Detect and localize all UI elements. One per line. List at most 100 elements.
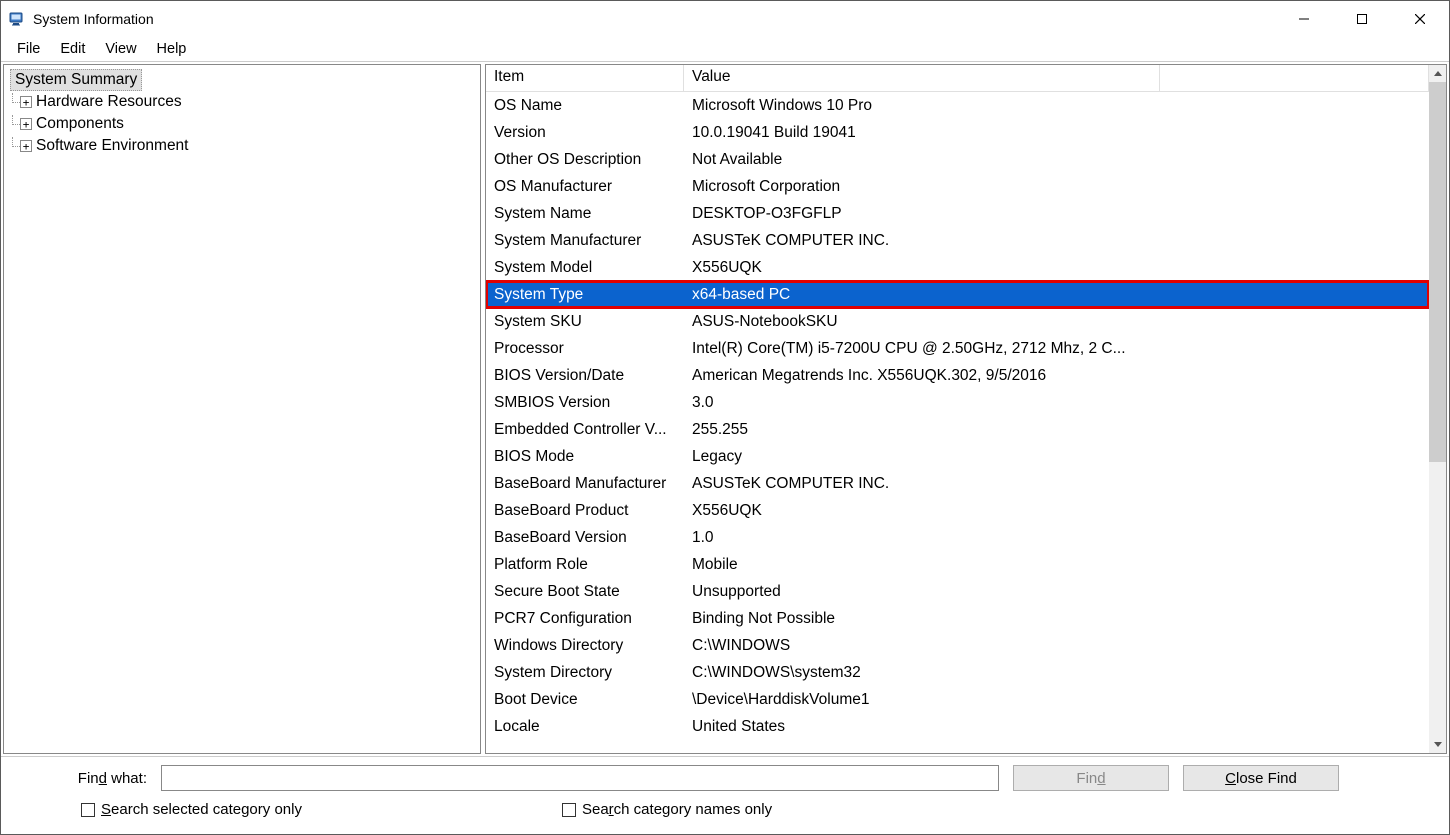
cell-item: System Name — [486, 205, 684, 223]
cell-value: Microsoft Windows 10 Pro — [684, 97, 1429, 115]
list-row[interactable]: OS ManufacturerMicrosoft Corporation — [486, 173, 1429, 200]
vertical-scrollbar[interactable] — [1429, 65, 1446, 753]
tree-root-system-summary[interactable]: System Summary — [10, 69, 142, 91]
close-button[interactable] — [1391, 1, 1449, 37]
cell-value: Not Available — [684, 151, 1429, 169]
cell-value: C:\WINDOWS\system32 — [684, 664, 1429, 682]
header-spacer — [1159, 65, 1429, 91]
minimize-button[interactable] — [1275, 1, 1333, 37]
list-row[interactable]: BaseBoard ManufacturerASUSTeK COMPUTER I… — [486, 470, 1429, 497]
titlebar: System Information — [1, 1, 1449, 37]
list-row[interactable]: Embedded Controller V...255.255 — [486, 416, 1429, 443]
list-row[interactable]: System SKUASUS-NotebookSKU — [486, 308, 1429, 335]
app-icon — [9, 11, 25, 27]
window-controls — [1275, 1, 1449, 37]
tree-node[interactable]: + Hardware Resources — [12, 91, 480, 113]
cell-value: \Device\HarddiskVolume1 — [684, 691, 1429, 709]
list-row[interactable]: System ModelX556UQK — [486, 254, 1429, 281]
tree-node-label: Components — [36, 115, 124, 133]
cell-item: BIOS Version/Date — [486, 367, 684, 385]
checkbox-label: Search selected category only — [101, 801, 302, 818]
cell-value: Intel(R) Core(TM) i5-7200U CPU @ 2.50GHz… — [684, 340, 1429, 358]
tree-node[interactable]: +Software Environment — [12, 135, 480, 157]
list-row[interactable]: BIOS ModeLegacy — [486, 443, 1429, 470]
list-row[interactable]: PCR7 ConfigurationBinding Not Possible — [486, 605, 1429, 632]
tree-node-label: Hardware Resources — [36, 93, 182, 111]
scroll-down-button[interactable] — [1429, 736, 1446, 753]
system-information-window: System Information File Edit View Help S… — [0, 0, 1450, 835]
menu-edit[interactable]: Edit — [50, 39, 95, 59]
scroll-track[interactable] — [1429, 462, 1446, 736]
cell-item: System Manufacturer — [486, 232, 684, 250]
menu-view[interactable]: View — [95, 39, 146, 59]
list-row[interactable]: Boot Device\Device\HarddiskVolume1 — [486, 686, 1429, 713]
find-bar: Find what: Find Close Find Search select… — [1, 756, 1449, 834]
list-row[interactable]: Windows DirectoryC:\WINDOWS — [486, 632, 1429, 659]
header-value[interactable]: Value — [684, 65, 1159, 91]
close-find-button[interactable]: Close Find — [1183, 765, 1339, 791]
cell-item: SMBIOS Version — [486, 394, 684, 412]
cell-item: BaseBoard Version — [486, 529, 684, 547]
cell-value: ASUSTeK COMPUTER INC. — [684, 232, 1429, 250]
cell-value: 3.0 — [684, 394, 1429, 412]
list-row[interactable]: Other OS DescriptionNot Available — [486, 146, 1429, 173]
list-row[interactable]: LocaleUnited States — [486, 713, 1429, 740]
search-category-names-checkbox[interactable]: Search category names only — [562, 801, 772, 818]
find-what-label: Find what: — [61, 770, 147, 787]
tree-node[interactable]: + Components — [12, 113, 480, 135]
scroll-thumb[interactable] — [1429, 82, 1446, 462]
search-selected-category-checkbox[interactable]: Search selected category only — [81, 801, 302, 818]
cell-value: X556UQK — [684, 502, 1429, 520]
cell-item: Processor — [486, 340, 684, 358]
cell-value: Mobile — [684, 556, 1429, 574]
cell-item: Boot Device — [486, 691, 684, 709]
menu-file[interactable]: File — [7, 39, 50, 59]
expand-icon[interactable]: + — [20, 140, 32, 152]
category-tree[interactable]: System Summary + Hardware Resources + Compo… — [3, 64, 481, 754]
expand-icon[interactable]: + — [20, 96, 32, 108]
cell-item: Platform Role — [486, 556, 684, 574]
checkbox-icon — [562, 803, 576, 817]
scroll-up-button[interactable] — [1429, 65, 1446, 82]
menu-help[interactable]: Help — [147, 39, 197, 59]
cell-item: OS Name — [486, 97, 684, 115]
cell-item: Locale — [486, 718, 684, 736]
expand-icon[interactable]: + — [20, 118, 32, 130]
list-row[interactable]: OS NameMicrosoft Windows 10 Pro — [486, 92, 1429, 119]
list-row[interactable]: ProcessorIntel(R) Core(TM) i5-7200U CPU … — [486, 335, 1429, 362]
details-list: Item Value OS NameMicrosoft Windows 10 P… — [485, 64, 1447, 754]
header-item[interactable]: Item — [486, 65, 684, 91]
cell-value: DESKTOP-O3FGFLP — [684, 205, 1429, 223]
list-row[interactable]: BaseBoard Version1.0 — [486, 524, 1429, 551]
maximize-button[interactable] — [1333, 1, 1391, 37]
menubar: File Edit View Help — [1, 37, 1449, 61]
cell-item: BaseBoard Manufacturer — [486, 475, 684, 493]
cell-item: Windows Directory — [486, 637, 684, 655]
list-row[interactable]: SMBIOS Version3.0 — [486, 389, 1429, 416]
cell-value: Microsoft Corporation — [684, 178, 1429, 196]
list-row[interactable]: System ManufacturerASUSTeK COMPUTER INC. — [486, 227, 1429, 254]
list-body[interactable]: OS NameMicrosoft Windows 10 ProVersion10… — [486, 92, 1429, 740]
list-row[interactable]: System Typex64-based PC — [486, 281, 1429, 308]
list-row[interactable]: BIOS Version/DateAmerican Megatrends Inc… — [486, 362, 1429, 389]
cell-item: Embedded Controller V... — [486, 421, 684, 439]
cell-value: 1.0 — [684, 529, 1429, 547]
cell-value: C:\WINDOWS — [684, 637, 1429, 655]
list-row[interactable]: Secure Boot StateUnsupported — [486, 578, 1429, 605]
checkbox-label: Search category names only — [582, 801, 772, 818]
cell-item: PCR7 Configuration — [486, 610, 684, 628]
find-button[interactable]: Find — [1013, 765, 1169, 791]
cell-value: United States — [684, 718, 1429, 736]
list-row[interactable]: Platform RoleMobile — [486, 551, 1429, 578]
cell-item: System Directory — [486, 664, 684, 682]
list-row[interactable]: System DirectoryC:\WINDOWS\system32 — [486, 659, 1429, 686]
list-row[interactable]: System NameDESKTOP-O3FGFLP — [486, 200, 1429, 227]
cell-item: Version — [486, 124, 684, 142]
cell-value: American Megatrends Inc. X556UQK.302, 9/… — [684, 367, 1429, 385]
find-input[interactable] — [161, 765, 999, 791]
list-row[interactable]: BaseBoard ProductX556UQK — [486, 497, 1429, 524]
cell-item: BaseBoard Product — [486, 502, 684, 520]
cell-item: Secure Boot State — [486, 583, 684, 601]
list-row[interactable]: Version10.0.19041 Build 19041 — [486, 119, 1429, 146]
cell-value: Unsupported — [684, 583, 1429, 601]
